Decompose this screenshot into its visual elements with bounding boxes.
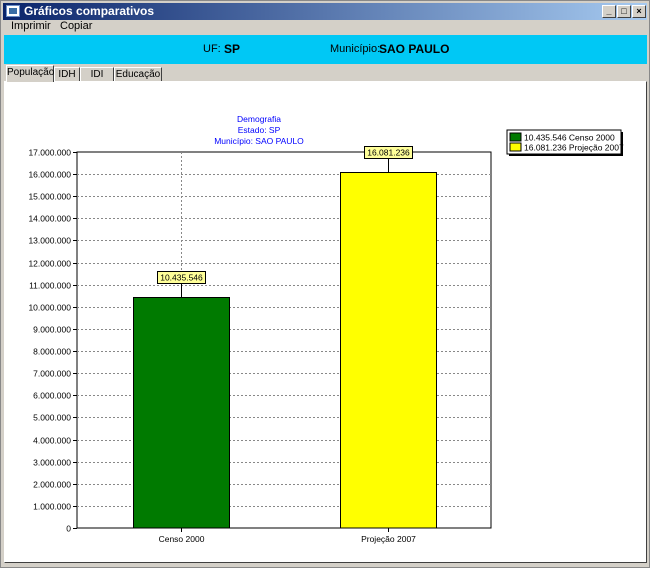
legend-swatch xyxy=(509,142,522,152)
menu-imprimir[interactable]: Imprimir xyxy=(8,20,54,33)
title-bar[interactable]: Gráficos comparativos _ □ × xyxy=(3,3,647,20)
tab-idi[interactable]: IDI xyxy=(80,67,114,82)
y-tick-label: 5.000.000 xyxy=(33,413,71,423)
chart-title-line: Demografia xyxy=(237,114,281,124)
chart-title-line: Estado: SP xyxy=(238,125,281,135)
y-tick-label: 17.000.000 xyxy=(28,148,71,158)
chart-title-line: Município: SAO PAULO xyxy=(214,136,304,146)
legend-entry: 10.435.546 Censo 2000 xyxy=(524,133,615,143)
window-title: Gráficos comparativos xyxy=(24,4,155,18)
data-label: 16.081.236 xyxy=(367,148,410,158)
app-window: Gráficos comparativos _ □ × Imprimir Cop… xyxy=(0,0,650,568)
bar xyxy=(133,297,230,529)
location-header: UF: SP Município: SAO PAULO xyxy=(4,35,647,64)
y-tick-label: 3.000.000 xyxy=(33,458,71,468)
legend-entry: 16.081.236 Projeção 2007 xyxy=(524,143,624,153)
y-tick-label: 14.000.000 xyxy=(28,214,71,224)
minimize-button[interactable]: _ xyxy=(602,5,616,18)
tab-populacao[interactable]: População xyxy=(6,65,54,82)
y-tick-label: 8.000.000 xyxy=(33,347,71,357)
data-label: 10.435.546 xyxy=(160,273,203,283)
uf-value: SP xyxy=(224,42,241,56)
bar xyxy=(340,172,437,529)
y-tick-label: 13.000.000 xyxy=(28,236,71,246)
y-tick-label: 16.000.000 xyxy=(28,170,71,180)
y-tick-label: 15.000.000 xyxy=(28,192,71,202)
y-tick-label: 4.000.000 xyxy=(33,436,71,446)
municipio-value: SAO PAULO xyxy=(379,42,450,56)
y-tick-label: 7.000.000 xyxy=(33,369,71,379)
tab-strip: População IDH IDI Educação xyxy=(4,65,647,82)
y-tick-label: 12.000.000 xyxy=(28,259,71,269)
population-chart: DemografiaEstado: SPMunicípio: SAO PAULO… xyxy=(28,114,624,544)
app-icon[interactable] xyxy=(6,5,20,17)
tab-educacao[interactable]: Educação xyxy=(114,67,162,82)
x-tick-label: Projeção 2007 xyxy=(361,534,416,544)
y-tick-label: 2.000.000 xyxy=(33,480,71,490)
tab-idh[interactable]: IDH xyxy=(54,67,80,82)
y-tick-label: 6.000.000 xyxy=(33,391,71,401)
municipio-label: Município: xyxy=(330,43,381,55)
x-tick-label: Censo 2000 xyxy=(159,534,205,544)
maximize-button[interactable]: □ xyxy=(617,5,631,18)
close-button[interactable]: × xyxy=(632,5,646,18)
y-tick-label: 11.000.000 xyxy=(29,281,71,291)
menu-bar: Imprimir Copiar xyxy=(3,20,647,34)
legend-swatch xyxy=(509,132,522,142)
y-tick-label: 9.000.000 xyxy=(33,325,71,335)
menu-copiar[interactable]: Copiar xyxy=(57,20,95,33)
y-tick-label: 0 xyxy=(66,524,71,534)
y-tick-label: 1.000.000 xyxy=(33,502,71,512)
y-tick-label: 10.000.000 xyxy=(28,303,71,313)
chart-panel: Demografia Estado: SP Município: SAO PAULO… xyxy=(4,81,647,563)
uf-label: UF: xyxy=(203,43,221,55)
